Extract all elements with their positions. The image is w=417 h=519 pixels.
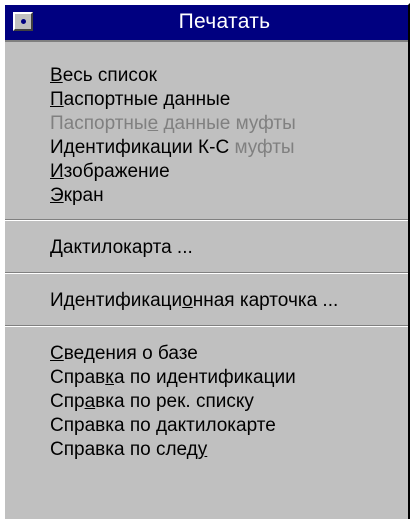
menu-item-passport-data[interactable]: Паспортные данные xyxy=(50,88,408,112)
menu-item-full-list[interactable]: Весь список xyxy=(50,64,408,88)
menu-item-rec-list-report[interactable]: Справка по рек. списку xyxy=(50,390,408,414)
menu-item-trace-report[interactable]: Справка по следу xyxy=(50,438,408,462)
system-menu-button[interactable] xyxy=(13,12,33,31)
menu-item-image[interactable]: Изображение xyxy=(50,160,408,184)
menu-group-print-options: Весь список Паспортные данные Паспортные… xyxy=(5,42,408,219)
system-menu-icon xyxy=(21,19,26,24)
menu-item-identification-report[interactable]: Справка по идентификации xyxy=(50,366,408,390)
menu-item-passport-data-coupling: Паспортные данные муфты xyxy=(50,113,296,134)
menu-group-reports: Сведения о базе Справка по идентификации… xyxy=(5,327,408,462)
menu-item-database-info[interactable]: Сведения о базе xyxy=(50,342,408,366)
menu-group-fingerprint-card: Дактилокарта ... xyxy=(5,221,408,272)
print-menu-window: Печатать Весь список Паспортные данные П… xyxy=(3,3,410,519)
menu-item-fingerprint-report[interactable]: Справка по дактилокарте xyxy=(50,414,408,438)
menu-item-fingerprint-card[interactable]: Дактилокарта ... xyxy=(50,236,408,260)
menu-item-identification-card[interactable]: Идентификационная карточка ... xyxy=(50,289,408,313)
menu-item-screen[interactable]: Экран xyxy=(50,184,408,208)
menu-group-identification-card: Идентификационная карточка ... xyxy=(5,274,408,325)
window-title: Печатать xyxy=(178,10,271,33)
menu-item-identifications-coupling[interactable]: Идентификации К-С муфты xyxy=(50,136,408,160)
title-bar: Печатать xyxy=(5,5,408,42)
